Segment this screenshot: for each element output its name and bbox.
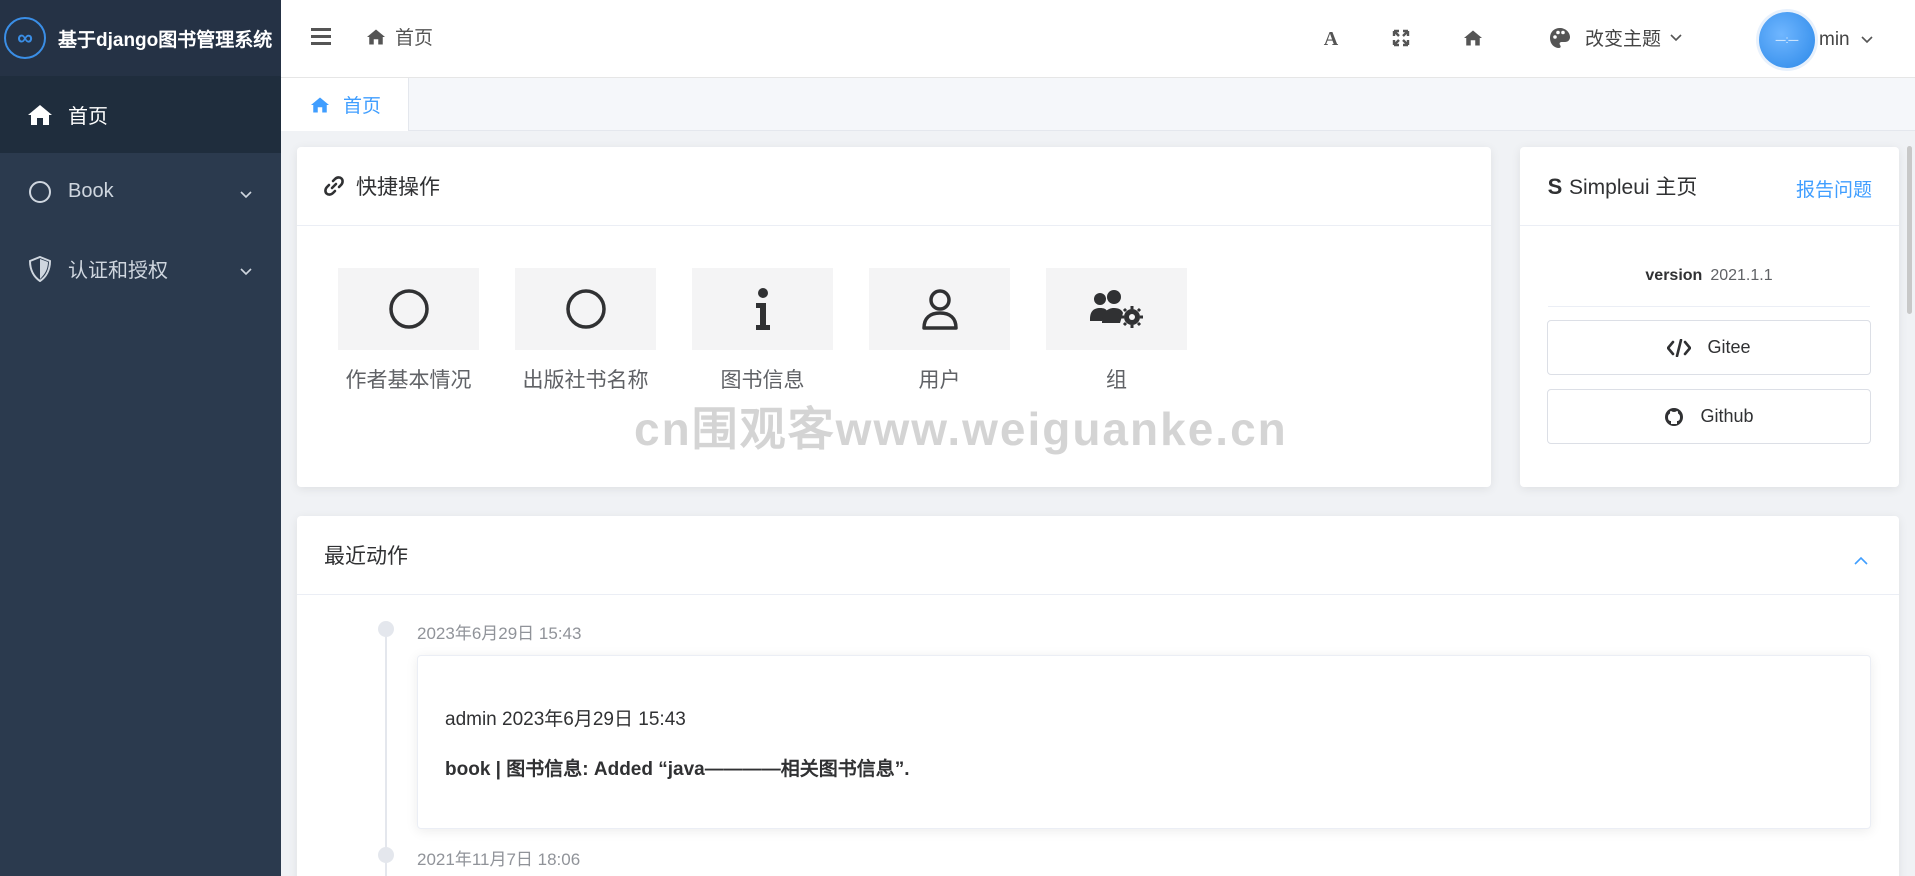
card-title: Simpleui 主页	[1569, 176, 1698, 199]
timeline-time: 2021年11月7日 18:06	[417, 850, 581, 869]
brand-title: 基于django图书管理系统	[58, 29, 273, 51]
tab-label: 首页	[343, 96, 382, 117]
shield-icon	[26, 255, 54, 283]
chevron-down-icon	[239, 183, 253, 206]
shortcut-label: 作者基本情况	[345, 369, 472, 392]
report-issue-link[interactable]: 报告问题	[1796, 175, 1872, 202]
timeline-line	[385, 635, 387, 876]
chevron-down-icon	[1670, 33, 1682, 41]
gitee-button[interactable]: Gitee	[1547, 320, 1871, 375]
tab-home[interactable]: 首页	[281, 78, 409, 131]
shortcut-label: 图书信息	[720, 369, 805, 392]
link-icon	[324, 176, 344, 196]
card-title: 最近动作	[324, 545, 408, 568]
timeline-dot	[378, 621, 394, 637]
circle-icon	[388, 289, 429, 329]
shortcut-publisher[interactable]: 出版社书名称	[515, 268, 656, 394]
chevron-down-icon	[1861, 36, 1873, 44]
shortcut-groups[interactable]: 组	[1046, 268, 1187, 394]
chevron-up-icon[interactable]	[1853, 548, 1869, 572]
breadcrumb[interactable]: 首页	[365, 23, 433, 50]
sidebar-item-auth[interactable]: 认证和授权	[0, 230, 281, 307]
timeline-dot	[378, 847, 394, 863]
tab-bar: 首页	[281, 78, 1915, 131]
info-icon	[755, 288, 770, 330]
gitee-label: Gitee	[1707, 337, 1751, 357]
chevron-down-icon	[239, 260, 253, 283]
card-header: 快捷操作	[297, 147, 1491, 226]
shortcut-label: 出版社书名称	[522, 369, 649, 392]
shortcut-book-info[interactable]: 图书信息	[692, 268, 833, 394]
user-name: min	[1819, 29, 1850, 50]
sidebar-item-book[interactable]: Book	[0, 153, 281, 230]
sidebar-item-home[interactable]: 首页	[0, 76, 281, 153]
card-header: S Simpleui 主页 报告问题	[1520, 147, 1899, 226]
sidebar: ∞ 基于django图书管理系统 首页 Book 认证和授权	[0, 0, 281, 876]
sidebar-item-label: 认证和授权	[68, 260, 168, 282]
circle-icon	[26, 178, 54, 206]
shortcut-label: 用户	[918, 369, 961, 392]
timeline-card: admin 2023年6月29日 15:43 book | 图书信息: Adde…	[417, 655, 1871, 829]
shortcut-author[interactable]: 作者基本情况	[338, 268, 479, 394]
scrollbar[interactable]	[1907, 146, 1912, 314]
version-value: 2021.1.1	[1710, 267, 1773, 284]
palette-icon	[1550, 27, 1570, 48]
sidebar-item-label: Book	[68, 180, 114, 202]
home-icon	[311, 97, 329, 112]
theme-label: 改变主题	[1585, 29, 1662, 50]
theme-switch-button[interactable]: 改变主题	[1549, 24, 1683, 51]
menu-toggle-icon[interactable]	[311, 28, 331, 46]
brand[interactable]: ∞ 基于django图书管理系统	[0, 0, 281, 76]
breadcrumb-label: 首页	[395, 28, 434, 49]
shortcut-label: 组	[1106, 369, 1127, 392]
simpleui-logo-icon: S	[1548, 175, 1563, 197]
card-header: 最近动作	[297, 516, 1899, 595]
home-link-icon[interactable]	[1453, 22, 1493, 54]
github-icon	[1665, 407, 1684, 426]
fullscreen-icon[interactable]	[1381, 22, 1421, 54]
shortcut-users[interactable]: 用户	[869, 268, 1010, 394]
version-label: version	[1645, 267, 1703, 284]
infinity-logo-icon: ∞	[4, 17, 46, 59]
action-meta: admin 2023年6月29日 15:43	[445, 709, 686, 730]
font-size-icon[interactable]: A	[1311, 22, 1351, 54]
card-title: 快捷操作	[356, 176, 440, 199]
top-header: 首页 A 改变主题 —:— min	[281, 0, 1915, 78]
github-button[interactable]: Github	[1547, 389, 1871, 444]
watermark: cn围观客www.weiguanke.cn	[634, 403, 1288, 455]
users-cog-icon	[1089, 290, 1143, 328]
svg-text:S: S	[1548, 175, 1563, 197]
simpleui-card: S Simpleui 主页 报告问题 version 2021.1.1 Gite…	[1520, 147, 1899, 487]
svg-text:A: A	[1324, 28, 1339, 48]
timeline-time: 2023年6月29日 15:43	[417, 624, 582, 643]
version-info: version 2021.1.1	[1548, 267, 1870, 307]
avatar: —:—	[1759, 12, 1815, 68]
user-icon	[921, 289, 958, 330]
circle-icon	[565, 289, 606, 329]
user-menu[interactable]: —:— min	[1759, 12, 1874, 68]
recent-actions-card: 最近动作 2023年6月29日 15:43 admin 2023年6月29日 1…	[297, 516, 1899, 876]
home-icon	[26, 101, 54, 129]
sidebar-item-label: 首页	[68, 106, 108, 128]
home-icon	[367, 29, 385, 44]
action-link[interactable]: book | 图书信息: Added “java————相关图书信息”.	[445, 754, 910, 781]
code-icon	[1667, 338, 1692, 357]
github-label: Github	[1700, 406, 1754, 426]
